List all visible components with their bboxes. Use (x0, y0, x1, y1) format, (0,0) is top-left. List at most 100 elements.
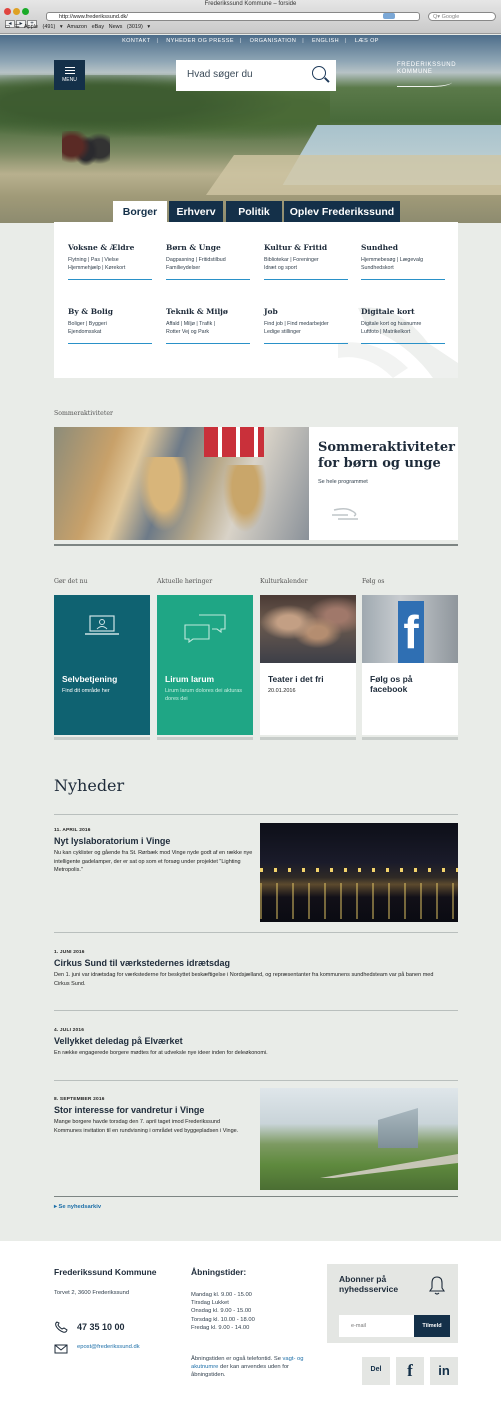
news-item[interactable]: 4. JULI 2016 Vellykket deledag på Elværk… (54, 1028, 434, 1058)
browser-search-input[interactable]: Q▾ Google (428, 12, 496, 21)
menu-col-kort[interactable]: Digitale kort Digitale kort og husnumre … (361, 307, 445, 344)
chat-bubbles-icon (184, 614, 226, 643)
menu-col-title[interactable]: Sundhed (361, 243, 445, 252)
menu-col-title[interactable]: Børn & Unge (166, 243, 250, 252)
tile-selvbetjening[interactable]: Selvbetjening Find dit område her (54, 595, 150, 735)
news-item[interactable]: 8. SEPTEMBER 2016 Stor interesse for van… (54, 1097, 244, 1135)
rss-icon[interactable] (383, 13, 395, 19)
menu-col-title[interactable]: Teknik & Miljø (166, 307, 250, 316)
tile-title[interactable]: Selvbetjening (62, 674, 117, 684)
menu-button[interactable]: MENU (54, 60, 85, 90)
menu-col-links[interactable]: Flytning | Pas | Vielse (68, 256, 152, 264)
news-body: En række engagerede borgere mødtes for a… (54, 1050, 268, 1056)
newsletter-title: Abonner på nyhedsservice (339, 1274, 399, 1294)
menu-col-links[interactable]: Familieydelser (166, 264, 250, 272)
footer-phone[interactable]: 47 35 10 00 (77, 1322, 125, 1332)
menu-col-voksne[interactable]: Voksne & Ældre Flytning | Pas | Vielse H… (68, 243, 152, 280)
menu-col-bolig[interactable]: By & Bolig Boliger | Byggeri Ejendomsska… (68, 307, 152, 344)
bookmark-amazon[interactable]: Amazon (67, 24, 87, 30)
tab-borger[interactable]: Borger (113, 201, 167, 223)
menu-col-links[interactable]: Hjemmehjælp | Kørekort (68, 264, 152, 272)
site-logo[interactable]: FREDERIKSSUND KOMMUNE (397, 62, 456, 87)
top-navigation: KONTAKT | NYHEDER OG PRESSE | ORGANISATION… (122, 38, 379, 44)
menu-col-born[interactable]: Børn & Unge Dagpasning | Fritidstilbud F… (166, 243, 250, 280)
bookmark-ebay[interactable]: eBay (92, 24, 105, 30)
menu-col-links[interactable]: Sundhedskort (361, 264, 445, 272)
archive-link-text[interactable]: Se nyhedsarkiv (59, 1204, 102, 1210)
site-search[interactable]: Hvad søger du (176, 60, 336, 91)
facebook-icon[interactable]: f (396, 1357, 424, 1385)
news-title[interactable]: Nyt lyslaboratorium i Vinge (54, 836, 254, 846)
opening-hours-list: Mandag kl. 9.00 - 15.00 Tirsdag Lukket O… (191, 1292, 255, 1331)
opening-hours-note: Åbningstiden er også telefontid. Se vagt… (191, 1356, 304, 1379)
news-body: Nu kan cyklister og gående fra St. Rørbæ… (54, 850, 253, 873)
topnav-news[interactable]: NYHEDER OG PRESSE (166, 38, 234, 44)
tile-title[interactable]: Lirum larum (165, 674, 214, 684)
phone-icon (55, 1321, 68, 1333)
menu-col-title[interactable]: Kultur & Fritid (264, 243, 348, 252)
footer-email[interactable]: epost@frederikssund.dk (77, 1344, 140, 1350)
menu-col-title[interactable]: Digitale kort (361, 307, 445, 316)
summer-photo (54, 427, 309, 540)
menu-col-links[interactable]: Digitale kort og husnumre (361, 320, 445, 328)
news-item[interactable]: 1. JUNI 2016 Cirkus Sund til værkstedern… (54, 950, 434, 988)
topnav-english[interactable]: ENGLISH (312, 38, 339, 44)
menu-col-links[interactable]: Idræt og sport (264, 264, 348, 272)
menu-col-links[interactable]: Affald | Miljø | Trafik | (166, 320, 250, 328)
news-date: 4. JULI 2016 (54, 1028, 85, 1033)
menu-col-links[interactable]: Boliger | Byggeri (68, 320, 152, 328)
newsletter-subscribe-button[interactable]: Tilmeld (414, 1315, 450, 1337)
topnav-contact[interactable]: KONTAKT (122, 38, 150, 44)
news-photo-vinge[interactable] (260, 1088, 458, 1190)
search-input[interactable]: Hvad søger du (187, 69, 253, 80)
news-title[interactable]: Stor interesse for vandretur i Vinge (54, 1105, 244, 1115)
bookmark-apple[interactable]: Apple (491) ▾ (24, 24, 63, 30)
menu-col-job[interactable]: Job Find job | Find medarbejder Ledige s… (264, 307, 348, 344)
tab-erhverv[interactable]: Erhverv (169, 201, 223, 223)
menu-col-links[interactable]: Ledige stillinger (264, 328, 348, 336)
tab-politik[interactable]: Politik (226, 201, 282, 223)
address-bar[interactable]: http://www.frederikssund.dk/ (46, 12, 420, 21)
tile-horing[interactable]: Lirum larum Lirum larum dolores dei aktu… (157, 595, 253, 735)
bookmark-news[interactable]: News (3019) ▾ (109, 24, 150, 30)
tab-oplev-frederikssund[interactable]: Oplev Frederikssund (284, 201, 400, 223)
menu-col-teknik[interactable]: Teknik & Miljø Affald | Miljø | Trafik |… (166, 307, 250, 344)
menu-col-title[interactable]: Job (264, 307, 348, 316)
summer-card[interactable]: Sommeraktiviteter for børn og unge Se he… (54, 427, 458, 540)
news-title[interactable]: Vellykket deledag på Elværket (54, 1036, 434, 1046)
theater-photo (260, 595, 356, 663)
bookmarks-icon[interactable]: ▭ ☰ (5, 24, 20, 30)
menu-col-sundhed[interactable]: Sundhed Hjemmebesøg | Lægevalg Sundhedsk… (361, 243, 445, 280)
menu-col-links[interactable]: Luftfoto | Matrikelkort (361, 328, 445, 336)
menu-col-kultur[interactable]: Kultur & Fritid Bibliotekar | Foreninger… (264, 243, 348, 280)
tile-title[interactable]: Følg os på facebook (370, 674, 450, 694)
summer-title[interactable]: Sommeraktiviteter for børn og unge (318, 440, 455, 472)
topnav-organisation[interactable]: ORGANISATION (250, 38, 297, 44)
news-archive-link[interactable]: ▸ Se nyhedsarkiv (54, 1204, 101, 1210)
topnav-read-aloud[interactable]: LÆS OP (355, 38, 379, 44)
tile-title[interactable]: Teater i det fri (268, 674, 324, 684)
menu-col-title[interactable]: By & Bolig (68, 307, 152, 316)
tile-facebook[interactable]: f Følg os på facebook (362, 595, 458, 735)
menu-col-title[interactable]: Voksne & Ældre (68, 243, 152, 252)
menu-label: MENU (62, 77, 77, 83)
laptop-user-icon (85, 615, 119, 635)
browser-chrome: Frederikssund Kommune – forside ◂ ▸ + http… (0, 0, 501, 34)
news-item[interactable]: 11. APRIL 2016 Nyt lyslaboratorium i Vin… (54, 828, 254, 875)
menu-col-links[interactable]: Hjemmebesøg | Lægevalg (361, 256, 445, 264)
menu-col-links[interactable]: Ejendomsskat (68, 328, 152, 336)
summer-link[interactable]: Se hele programmet (318, 479, 368, 485)
menu-col-links[interactable]: Dagpasning | Fritidstilbud (166, 256, 250, 264)
menu-col-links[interactable]: Rotter Vej og Park (166, 328, 250, 336)
summer-section-label: Sommeraktiviteter (54, 410, 113, 417)
newsletter-email-input[interactable]: e-mail (339, 1315, 414, 1337)
news-title[interactable]: Cirkus Sund til værkstedernes idrætsdag (54, 958, 434, 968)
menu-col-links[interactable]: Find job | Find medarbejder (264, 320, 348, 328)
linkedin-icon[interactable]: in (430, 1357, 458, 1385)
news-photo-harbor[interactable] (260, 823, 458, 922)
tile-kulturkalender[interactable]: Teater i det fri 20.01.2016 (260, 595, 356, 735)
menu-col-links[interactable]: Bibliotekar | Foreninger (264, 256, 348, 264)
search-icon[interactable] (312, 66, 326, 80)
share-label: Del (370, 1366, 382, 1373)
share-button[interactable]: Del (362, 1357, 390, 1385)
